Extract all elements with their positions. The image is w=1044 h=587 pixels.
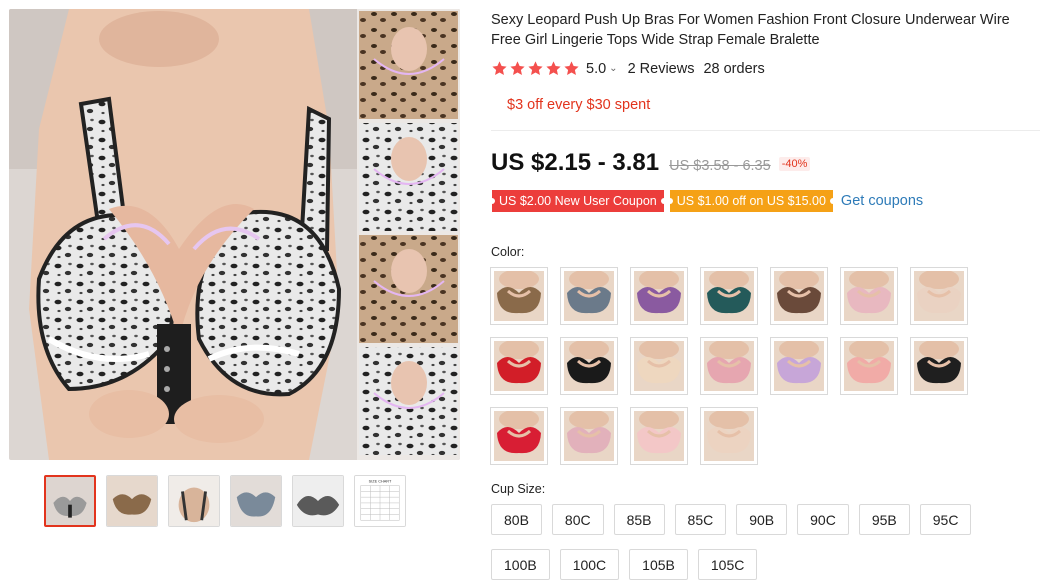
thumbnail-size-chart[interactable]: SIZE CHART [354,475,406,527]
color-swatch[interactable] [770,337,828,395]
star-icon [564,61,579,75]
color-swatch-image [564,411,614,461]
color-swatch-image [704,341,754,391]
main-product-image[interactable] [9,9,460,460]
color-swatch-image [494,411,544,461]
store-coupon[interactable]: US $1.00 off on US $15.00 [666,190,837,212]
cup-size-option[interactable]: 95B [858,504,910,535]
color-swatch-image [494,341,544,391]
product-title: Sexy Leopard Push Up Bras For Women Fash… [491,12,1010,48]
thumbnail-4[interactable] [230,475,282,527]
size-chart-title: SIZE CHART [369,480,392,484]
new-user-coupon[interactable]: US $2.00 New User Coupon [489,190,667,212]
coupon-row: US $2.00 New User Coupon US $1.00 off on… [489,190,923,212]
color-swatch[interactable] [910,337,968,395]
color-swatch-image [844,341,894,391]
cup-size-option[interactable]: 85C [674,504,727,535]
divider [491,130,1040,131]
color-swatch-image [634,411,684,461]
color-swatch-image [774,341,824,391]
original-price: US $3.58 - 6.35 [669,158,771,174]
color-swatch-image [844,271,894,321]
color-swatch[interactable] [700,267,758,325]
cup-size-option[interactable]: 105B [629,549,688,580]
color-swatch[interactable] [840,337,898,395]
color-swatch[interactable] [840,267,898,325]
color-swatch-image [494,271,544,321]
color-swatch[interactable] [700,337,758,395]
thumbnail-strip: SIZE CHART [44,475,406,527]
color-swatch-image [634,271,684,321]
discount-badge: -40% [778,157,811,171]
thumbnail-3[interactable] [168,475,220,527]
color-swatch-image [564,271,614,321]
color-swatch-image [704,271,754,321]
cup-size-option[interactable]: 105C [697,549,758,580]
thumbnail-2[interactable] [106,475,158,527]
current-price: US $2.15 - 3.81 [491,149,660,176]
price-row: US $2.15 - 3.81 US $3.58 - 6.35 -40% [491,149,811,177]
cup-size-option[interactable]: 80B [491,504,542,535]
rating-stars [491,60,580,77]
cup-size-label: Cup Size: [491,482,546,496]
cup-size-option[interactable]: 90C [797,504,849,535]
star-icon [546,61,561,75]
store-promo[interactable]: $3 off every $30 spent [507,97,650,113]
color-swatch-image [774,271,824,321]
cup-size-option[interactable]: 85B [613,504,665,535]
thumbnail-5[interactable] [292,475,344,527]
color-label: Color: [491,245,525,259]
color-swatch[interactable] [560,407,618,465]
rating-value[interactable]: 5.0 [586,61,606,77]
color-swatch[interactable] [630,337,688,395]
color-swatch[interactable] [560,337,618,395]
cup-size-option[interactable]: 100C [559,549,620,580]
color-swatch-grid [490,267,980,465]
color-swatch[interactable] [490,407,548,465]
color-swatch[interactable] [700,407,758,465]
cup-size-option[interactable]: 90B [736,504,788,535]
color-swatch-image [564,341,614,391]
color-swatch[interactable] [910,267,968,325]
color-swatch[interactable] [490,337,548,395]
star-icon [510,61,525,75]
star-icon [528,61,543,75]
cup-size-option[interactable]: 95C [919,504,972,535]
get-coupons-link[interactable]: Get coupons [841,193,923,209]
color-swatch[interactable] [630,267,688,325]
cup-size-option[interactable]: 80C [551,504,604,535]
star-icon [492,61,507,75]
rating-row: 5.0 ⌄ 2 Reviews 28 orders [491,60,765,77]
color-swatch-image [914,271,964,321]
color-swatch-image [914,341,964,391]
chevron-down-icon[interactable]: ⌄ [609,63,617,74]
color-swatch[interactable] [560,267,618,325]
color-swatch[interactable] [490,267,548,325]
cup-size-options: 80B 80C 85B 85C 90B 90C 95B 95C 100B 100C 105B 105C [491,504,991,580]
color-swatch-image [704,411,754,461]
thumbnail-1[interactable] [44,475,96,527]
orders-count: 28 orders [703,60,765,77]
color-swatch[interactable] [770,267,828,325]
color-swatch-image [634,341,684,391]
cup-size-option[interactable]: 100B [491,549,550,580]
reviews-link[interactable]: 2 Reviews [628,61,695,77]
color-swatch[interactable] [630,407,688,465]
